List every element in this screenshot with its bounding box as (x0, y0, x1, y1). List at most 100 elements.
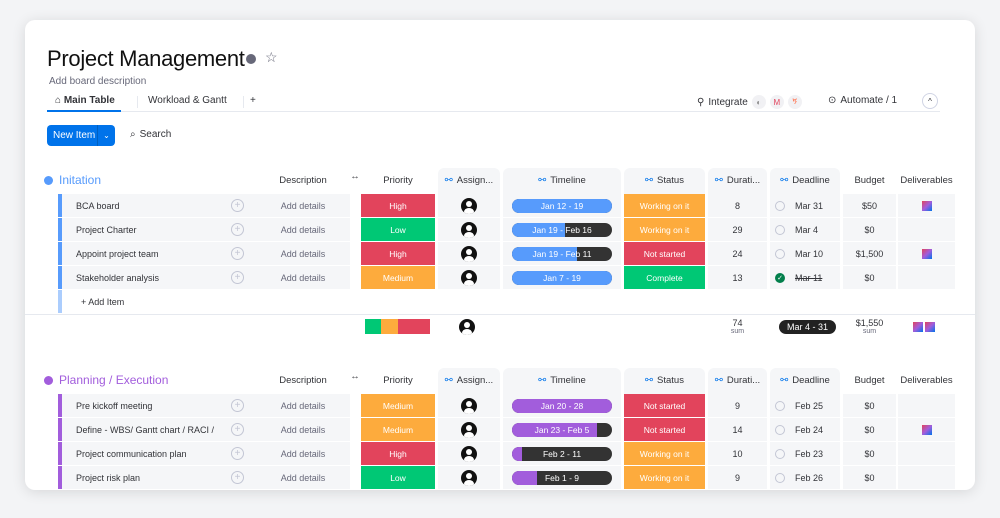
deadline-cell[interactable]: Feb 23 (770, 442, 840, 465)
info-icon[interactable] (246, 54, 256, 64)
description-cell[interactable]: Add details (256, 218, 350, 241)
file-thumbnail-icon[interactable] (925, 322, 935, 332)
column-header-priority[interactable]: Priority (361, 368, 435, 394)
timeline-bar[interactable]: Jan 23 - Feb 5 (512, 422, 612, 437)
board-title[interactable]: Project Management (47, 46, 245, 72)
description-cell[interactable]: Add details (256, 266, 350, 289)
timeline-cell[interactable]: Jan 23 - Feb 5 (503, 418, 621, 441)
timeline-bar[interactable]: Feb 1 - 9 (512, 470, 612, 485)
assignee-cell[interactable] (438, 266, 500, 289)
deadline-cell[interactable]: Mar 31 (770, 194, 840, 217)
priority-label[interactable]: High (361, 442, 435, 465)
item-name[interactable]: Stakeholder analysis (62, 266, 257, 289)
column-header-timeline[interactable]: ⚯ Timeline (503, 168, 621, 194)
avatar[interactable] (461, 245, 477, 262)
column-header-description[interactable]: Description (256, 168, 350, 194)
timeline-cell[interactable]: Feb 1 - 9 (503, 466, 621, 489)
column-header-status[interactable]: ⚯ Status (624, 168, 705, 194)
description-cell[interactable]: Add details (256, 194, 350, 217)
item-name[interactable]: Project communication plan (62, 442, 257, 465)
priority-label[interactable]: Low (361, 218, 435, 241)
priority-label[interactable]: Medium (361, 266, 435, 289)
file-thumbnail-icon[interactable] (913, 322, 923, 332)
status-label[interactable]: Working on it (624, 218, 705, 241)
column-header-description[interactable]: Description (256, 368, 350, 394)
description-cell[interactable]: Add details (256, 442, 350, 465)
timeline-bar[interactable]: Jan 7 - 19 (512, 270, 612, 285)
tab-workload-gantt[interactable]: Workload & Gantt (148, 95, 227, 106)
column-header-deadline[interactable]: ⚯ Deadline (770, 168, 840, 194)
status-label[interactable]: Not started (624, 418, 705, 441)
tab-main-table[interactable]: ⌂ Main Table (47, 95, 121, 112)
avatar[interactable] (461, 397, 477, 414)
resize-arrows-icon[interactable]: ↔ (350, 164, 360, 190)
collapse-header-button[interactable]: ^ (922, 93, 938, 109)
timeline-cell[interactable]: Feb 2 - 11 (503, 442, 621, 465)
add-item-button[interactable]: + Add Item (62, 290, 942, 313)
timeline-bar[interactable]: Jan 19 - Feb 11 (512, 246, 612, 261)
assignee-cell[interactable] (438, 418, 500, 441)
timeline-cell[interactable]: Jan 12 - 19 (503, 194, 621, 217)
search-button[interactable]: ⌕ Search (130, 129, 171, 140)
priority-label[interactable]: Low (361, 466, 435, 489)
file-thumbnail-icon[interactable] (921, 200, 932, 211)
deliverables-cell[interactable] (898, 394, 955, 417)
assignee-cell[interactable] (438, 218, 500, 241)
avatar[interactable] (461, 469, 477, 486)
column-header-budget[interactable]: Budget (843, 368, 896, 394)
deadline-cell[interactable]: Feb 25 (770, 394, 840, 417)
priority-label[interactable]: High (361, 242, 435, 265)
status-label[interactable]: Not started (624, 394, 705, 417)
chevron-down-icon[interactable]: ⌄ (97, 125, 115, 146)
deliverables-cell[interactable] (898, 242, 955, 265)
deliverables-cell[interactable] (898, 218, 955, 241)
deliverables-cell[interactable] (898, 442, 955, 465)
status-label[interactable]: Not started (624, 242, 705, 265)
status-label[interactable]: Complete (624, 266, 705, 289)
add-update-icon[interactable]: + (231, 471, 244, 484)
add-update-icon[interactable]: + (231, 223, 244, 236)
board-description[interactable]: Add board description (49, 76, 146, 87)
deadline-cell[interactable]: ✓ Mar 11 (770, 266, 840, 289)
status-label[interactable]: Working on it (624, 442, 705, 465)
check-circle-icon[interactable] (775, 448, 785, 459)
item-name[interactable]: Appoint project team (62, 242, 257, 265)
integrate-button[interactable]: ⚲ Integrate ◐ M ኝ (697, 95, 802, 109)
timeline-cell[interactable]: Jan 19 - Feb 16 (503, 218, 621, 241)
timeline-cell[interactable]: Jan 20 - 28 (503, 394, 621, 417)
timeline-bar[interactable]: Jan 20 - 28 (512, 398, 612, 413)
group-collapse-icon[interactable] (44, 376, 53, 385)
description-cell[interactable]: Add details (256, 394, 350, 417)
check-circle-icon[interactable] (775, 224, 785, 235)
star-icon[interactable]: ☆ (265, 49, 278, 66)
deliverables-cell[interactable] (898, 266, 955, 289)
group-title[interactable]: Planning / Execution (59, 373, 168, 387)
priority-label[interactable]: Medium (361, 418, 435, 441)
column-header-deadline[interactable]: ⚯ Deadline (770, 368, 840, 394)
add-update-icon[interactable]: + (231, 199, 244, 212)
column-header-duration[interactable]: ⚯ Durati... (708, 368, 767, 394)
column-header-assignee[interactable]: ⚯ Assign... (438, 168, 500, 194)
assignee-cell[interactable] (438, 394, 500, 417)
column-header-deliverables[interactable]: Deliverables (898, 168, 955, 194)
timeline-cell[interactable]: Jan 7 - 19 (503, 266, 621, 289)
column-header-budget[interactable]: Budget (843, 168, 896, 194)
automate-button[interactable]: ⊙ Automate / 1 (828, 95, 897, 106)
avatar[interactable] (459, 319, 475, 335)
status-label[interactable]: Working on it (624, 194, 705, 217)
add-update-icon[interactable]: + (231, 399, 244, 412)
assignee-cell[interactable] (438, 242, 500, 265)
column-header-timeline[interactable]: ⚯ Timeline (503, 368, 621, 394)
group-collapse-icon[interactable] (44, 176, 53, 185)
timeline-bar[interactable]: Jan 19 - Feb 16 (512, 222, 612, 237)
column-header-priority[interactable]: Priority (361, 168, 435, 194)
timeline-bar[interactable]: Feb 2 - 11 (512, 446, 612, 461)
check-circle-icon[interactable] (775, 400, 785, 411)
assignee-cell[interactable] (438, 194, 500, 217)
file-thumbnail-icon[interactable] (921, 424, 932, 435)
avatar[interactable] (461, 421, 477, 438)
group-title[interactable]: Initation (59, 173, 101, 187)
avatar[interactable] (461, 197, 477, 214)
file-thumbnail-icon[interactable] (921, 248, 932, 259)
timeline-cell[interactable]: Jan 19 - Feb 11 (503, 242, 621, 265)
